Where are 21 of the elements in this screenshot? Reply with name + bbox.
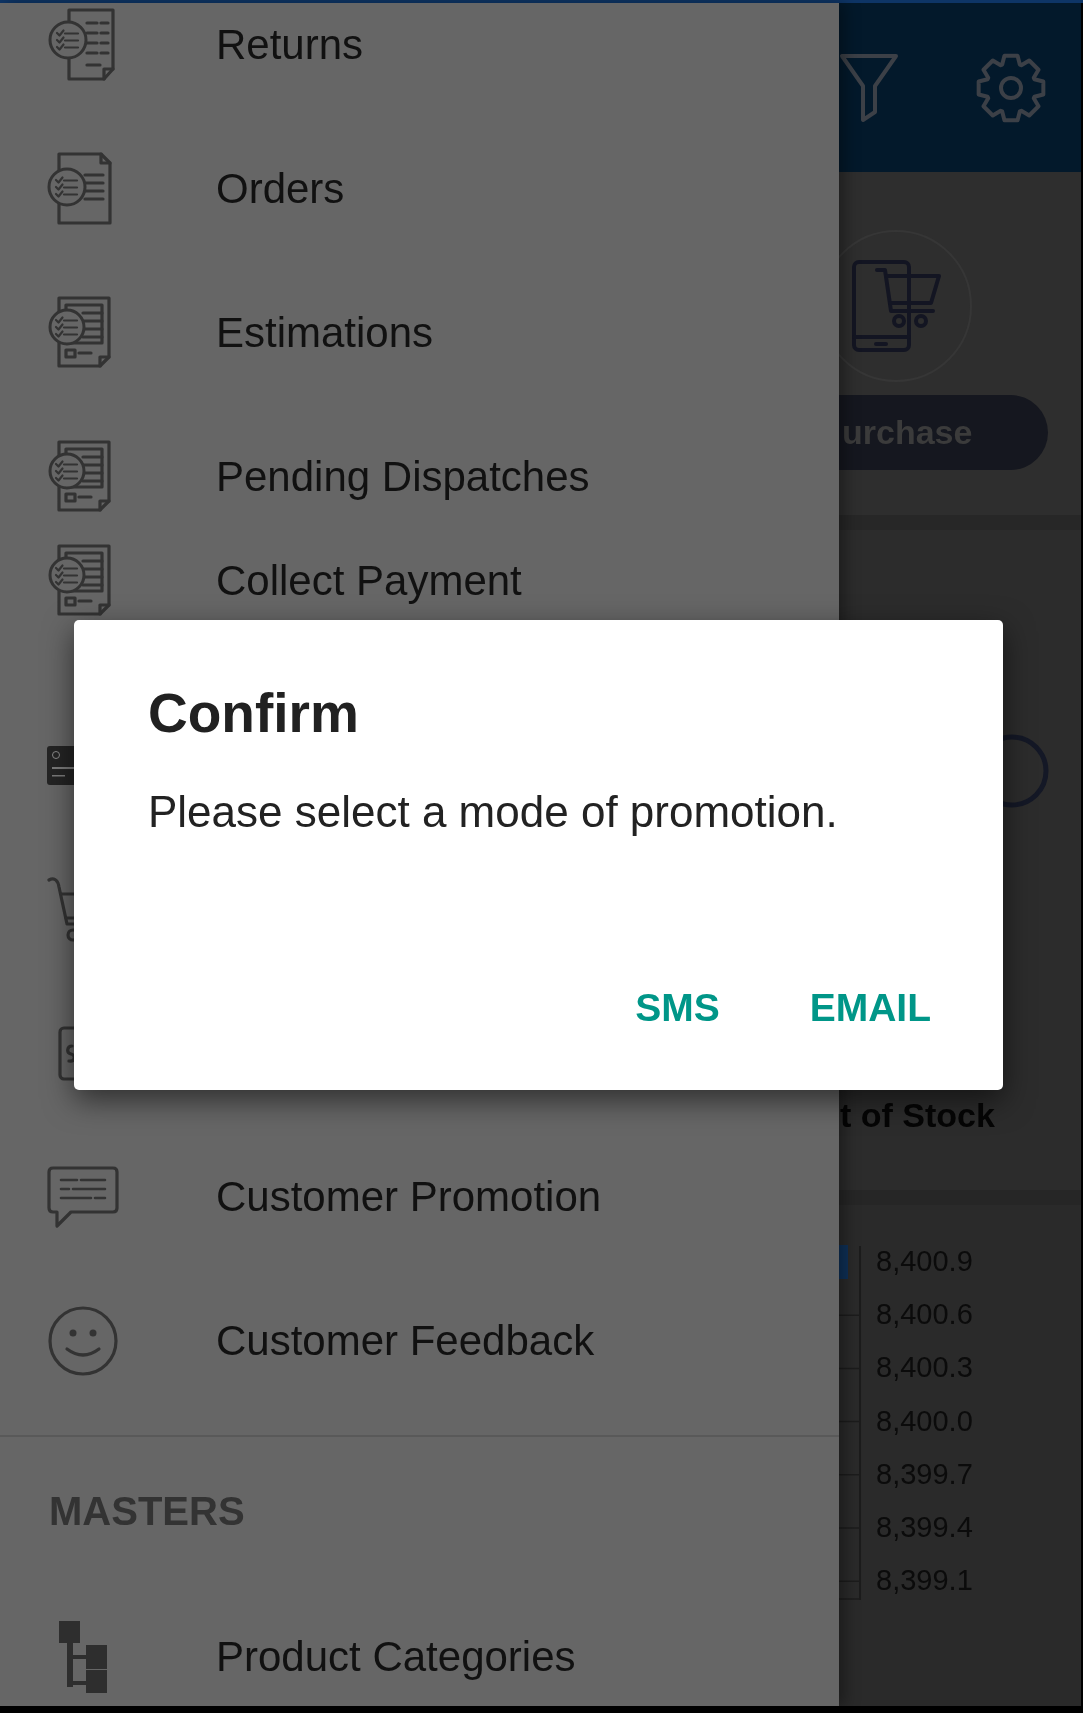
menu-item[interactable]: Orders [216, 163, 345, 215]
banknote-icon [58, 1025, 74, 1081]
smiley-icon [47, 1305, 119, 1377]
menu-item[interactable]: Returns [216, 19, 364, 71]
ring-icon [1003, 734, 1050, 808]
chart-bar [839, 1245, 848, 1279]
chat-bubble-icon [47, 1165, 119, 1229]
card-icon [47, 745, 74, 785]
menu-item[interactable]: Customer Feedback [216, 1315, 595, 1367]
hierarchy-icon [59, 1621, 107, 1693]
dialog-button[interactable]: SMS [615, 975, 740, 1042]
menu-item[interactable]: Collect Payment [216, 555, 522, 607]
dialog-title: Confirm [148, 681, 360, 746]
dialog-button[interactable]: EMAIL [789, 975, 951, 1042]
menu-item[interactable]: Pending Dispatches [216, 451, 590, 503]
cart-icon [47, 874, 74, 944]
dialog-message: Please select a mode of promotion. [148, 786, 839, 838]
menu-item[interactable]: Customer Promotion [216, 1171, 602, 1223]
menu-item[interactable]: Product Categories [216, 1631, 576, 1683]
filter-icon[interactable] [839, 51, 899, 124]
menu-item[interactable]: Estimations [216, 307, 434, 359]
